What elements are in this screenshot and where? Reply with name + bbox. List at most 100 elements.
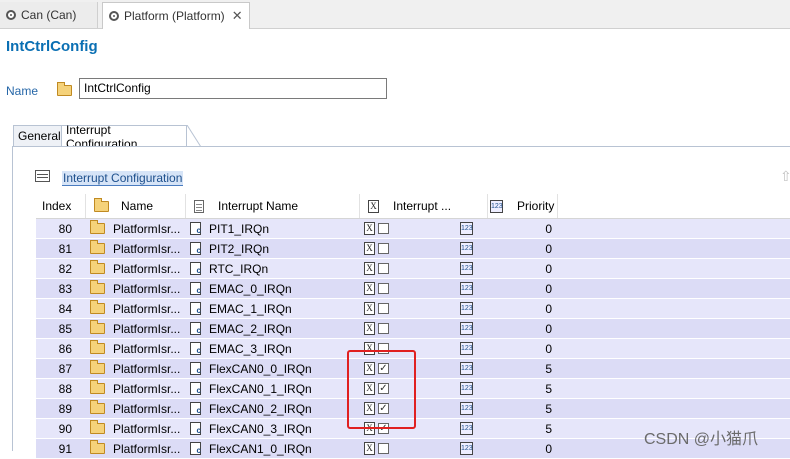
boolean-x-icon: X bbox=[364, 222, 375, 235]
code-file-icon bbox=[190, 302, 201, 316]
row-name-text: PlatformIsr... bbox=[113, 321, 181, 336]
code-file-icon bbox=[190, 322, 201, 336]
row-interrupt-name-text: EMAC_1_IRQn bbox=[209, 301, 292, 316]
code-file-icon bbox=[190, 402, 201, 416]
folder-icon bbox=[90, 420, 105, 434]
row-priority[interactable]: 5 bbox=[488, 399, 558, 418]
row-interrupt-name: FlexCAN0_3_IRQn bbox=[186, 419, 360, 438]
row-interrupt-name: EMAC_0_IRQn bbox=[186, 279, 360, 298]
up-arrow-icon[interactable]: ⇧ bbox=[780, 168, 790, 185]
row-name-text: PlatformIsr... bbox=[113, 441, 181, 456]
table-row[interactable]: 85 PlatformIsr... EMAC_2_IRQn X 123 0 bbox=[36, 319, 790, 339]
table-header: Index Name Interrupt Name X Interrupt ..… bbox=[36, 194, 790, 219]
number-icon: 123 bbox=[460, 342, 473, 355]
interrupt-enable-checkbox[interactable] bbox=[378, 303, 389, 314]
row-name: PlatformIsr... bbox=[86, 319, 186, 338]
interrupt-enable-checkbox[interactable] bbox=[378, 323, 389, 334]
col-interrupt-name[interactable]: Interrupt Name bbox=[186, 194, 360, 218]
col-name[interactable]: Name bbox=[86, 194, 186, 218]
row-name-text: PlatformIsr... bbox=[113, 301, 181, 316]
row-priority-icon: 123 bbox=[460, 259, 478, 278]
row-priority-icon: 123 bbox=[460, 239, 478, 258]
name-label: Name bbox=[6, 84, 39, 98]
document-icon bbox=[194, 199, 204, 213]
row-priority[interactable]: 5 bbox=[488, 419, 558, 438]
row-priority-icon: 123 bbox=[460, 339, 478, 358]
row-name: PlatformIsr... bbox=[86, 279, 186, 298]
boolean-x-icon: X bbox=[368, 199, 379, 213]
row-priority[interactable]: 0 bbox=[488, 259, 558, 278]
row-name: PlatformIsr... bbox=[86, 439, 186, 458]
row-index: 88 bbox=[58, 381, 72, 396]
row-priority[interactable]: 0 bbox=[488, 239, 558, 258]
folder-icon bbox=[90, 280, 105, 294]
row-priority-icon: 123 bbox=[460, 219, 478, 238]
row-priority[interactable]: 0 bbox=[488, 299, 558, 318]
close-icon[interactable]: ✕ bbox=[232, 8, 243, 24]
row-interrupt-name-text: EMAC_3_IRQn bbox=[209, 341, 292, 356]
section-title[interactable]: Interrupt Configuration bbox=[62, 171, 184, 186]
interrupt-enable-checkbox[interactable] bbox=[378, 283, 389, 294]
row-priority-icon: 123 bbox=[460, 279, 478, 298]
number-icon: 123 bbox=[460, 242, 473, 255]
number-icon: 123 bbox=[460, 422, 473, 435]
row-index: 86 bbox=[58, 341, 72, 356]
table-row[interactable]: 83 PlatformIsr... EMAC_0_IRQn X 123 0 bbox=[36, 279, 790, 299]
row-priority[interactable]: 5 bbox=[488, 359, 558, 378]
boolean-x-icon: X bbox=[364, 242, 375, 255]
row-interrupt-name-text: FlexCAN1_0_IRQn bbox=[209, 441, 312, 456]
col-index-label: Index bbox=[42, 199, 72, 213]
table-row[interactable]: 80 PlatformIsr... PIT1_IRQn X 123 0 bbox=[36, 219, 790, 239]
interrupt-enable-checkbox[interactable] bbox=[378, 243, 389, 254]
table-row[interactable]: 84 PlatformIsr... EMAC_1_IRQn X 123 0 bbox=[36, 299, 790, 319]
row-index: 85 bbox=[58, 321, 72, 336]
row-index: 83 bbox=[58, 281, 72, 296]
number-icon: 123 bbox=[460, 382, 473, 395]
interrupt-enable-checkbox[interactable] bbox=[378, 443, 389, 454]
row-priority[interactable]: 0 bbox=[488, 339, 558, 358]
col-priority[interactable]: 123 Priority bbox=[488, 194, 558, 218]
row-priority[interactable]: 0 bbox=[488, 279, 558, 298]
folder-icon bbox=[94, 197, 109, 212]
number-icon: 123 bbox=[460, 362, 473, 375]
row-interrupt-name-text: FlexCAN0_2_IRQn bbox=[209, 401, 312, 416]
folder-icon bbox=[90, 340, 105, 354]
row-name: PlatformIsr... bbox=[86, 299, 186, 318]
row-priority[interactable]: 5 bbox=[488, 379, 558, 398]
tab-interrupt-configuration[interactable]: Interrupt Configuration bbox=[61, 123, 187, 151]
row-index: 82 bbox=[58, 261, 72, 276]
editor-tab-platform[interactable]: Platform (Platform) ✕ bbox=[102, 2, 250, 29]
row-index: 90 bbox=[58, 421, 72, 436]
table-row[interactable]: 82 PlatformIsr... RTC_IRQn X 123 0 bbox=[36, 259, 790, 279]
row-name: PlatformIsr... bbox=[86, 419, 186, 438]
folder-icon bbox=[90, 300, 105, 314]
col-interrupt-enable[interactable]: X Interrupt ... bbox=[360, 194, 488, 218]
folder-icon bbox=[90, 260, 105, 274]
row-interrupt-name: PIT2_IRQn bbox=[186, 239, 360, 258]
name-field[interactable]: IntCtrlConfig bbox=[79, 78, 387, 99]
folder-icon bbox=[90, 440, 105, 454]
code-file-icon bbox=[190, 242, 201, 256]
editor-tab-can[interactable]: Can (Can) bbox=[0, 2, 98, 28]
tab-general[interactable]: General bbox=[13, 125, 61, 147]
gear-icon bbox=[109, 11, 119, 21]
code-file-icon bbox=[190, 222, 201, 236]
boolean-x-icon: X bbox=[364, 322, 375, 335]
folder-icon bbox=[90, 400, 105, 414]
col-index[interactable]: Index bbox=[36, 194, 86, 218]
interrupt-enable-checkbox[interactable] bbox=[378, 223, 389, 234]
col-interrupt-name-label: Interrupt Name bbox=[218, 199, 299, 213]
boolean-x-icon: X bbox=[364, 442, 375, 455]
folder-icon bbox=[90, 320, 105, 334]
row-name-text: PlatformIsr... bbox=[113, 401, 181, 416]
row-index: 80 bbox=[58, 221, 72, 236]
row-priority[interactable]: 0 bbox=[488, 319, 558, 338]
row-priority[interactable]: 0 bbox=[488, 219, 558, 238]
row-index: 91 bbox=[58, 441, 72, 456]
code-file-icon bbox=[190, 362, 201, 376]
table-row[interactable]: 81 PlatformIsr... PIT2_IRQn X 123 0 bbox=[36, 239, 790, 259]
row-priority[interactable]: 0 bbox=[488, 439, 558, 458]
number-icon: 123 bbox=[460, 442, 473, 455]
page-title: IntCtrlConfig bbox=[6, 38, 98, 55]
interrupt-enable-checkbox[interactable] bbox=[378, 263, 389, 274]
